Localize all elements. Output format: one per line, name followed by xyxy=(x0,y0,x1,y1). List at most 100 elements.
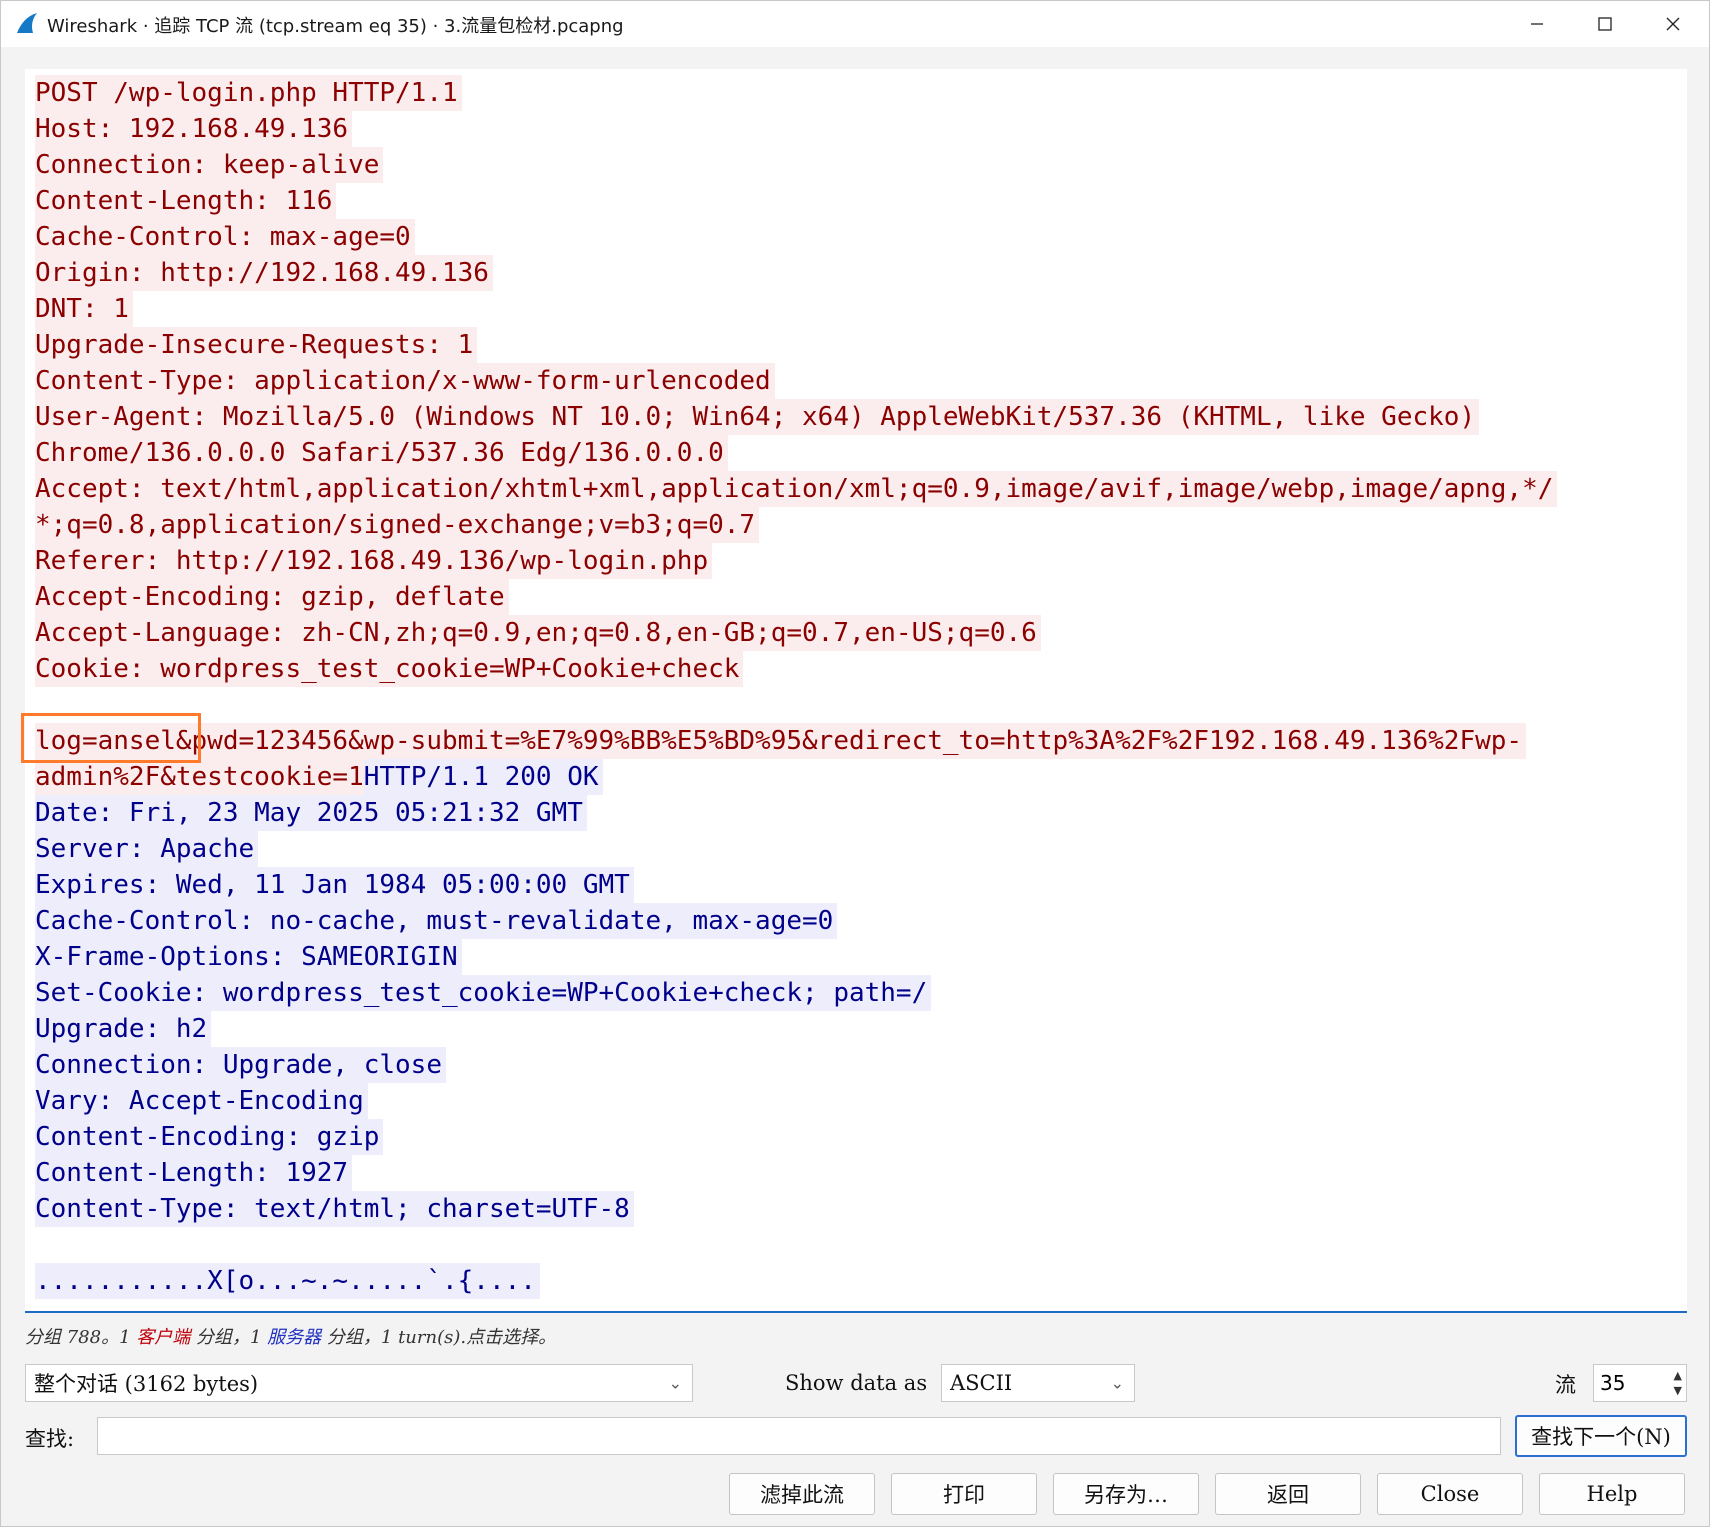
window-title: Wireshark · 追踪 TCP 流 (tcp.stream eq 35) … xyxy=(47,16,624,37)
client-header-line: POST /wp-login.php HTTP/1.1 xyxy=(35,75,462,111)
server-header-line: Server: Apache xyxy=(35,831,259,867)
show-data-as-value: ASCII xyxy=(950,1371,1013,1395)
stream-content-pane[interactable]: POST /wp-login.php HTTP/1.1 Host: 192.168… xyxy=(25,69,1687,1313)
stream-line: Accept: text/html,application/xhtml+xml,… xyxy=(35,471,1675,507)
post-body-line: log=ansel&pwd=123456&wp-submit=%E7%99%BB… xyxy=(35,723,1527,759)
client-header-line: Cache-Control: max-age=0 xyxy=(35,219,415,255)
server-header-line: Connection: Upgrade, close xyxy=(35,1047,446,1083)
post-body-tail: admin%2F&testcookie=1 xyxy=(35,759,364,795)
close-window-button[interactable] xyxy=(1639,1,1707,47)
client-header-line: Connection: keep-alive xyxy=(35,147,384,183)
server-header-line: Cache-Control: no-cache, must-revalidate… xyxy=(35,903,838,939)
print-button[interactable]: 打印 xyxy=(891,1473,1037,1515)
close-button[interactable]: Close xyxy=(1377,1473,1523,1515)
status-prefix: 分组 788。1 xyxy=(25,1327,137,1348)
title-bar: Wireshark · 追踪 TCP 流 (tcp.stream eq 35) … xyxy=(1,1,1709,47)
chevron-down-icon: ⌄ xyxy=(668,1373,682,1393)
stream-line: Content-Type: text/html; charset=UTF-8 xyxy=(35,1191,1675,1227)
client-header-line: Referer: http://192.168.49.136/wp-login.… xyxy=(35,543,713,579)
credential-highlight-box xyxy=(21,713,201,763)
client-header-line: DNT: 1 xyxy=(35,291,133,327)
back-button[interactable]: 返回 xyxy=(1215,1473,1361,1515)
server-header-line: Vary: Accept-Encoding xyxy=(35,1083,368,1119)
client-header-line: Content-Length: 116 xyxy=(35,183,337,219)
client-header-line: User-Agent: Mozilla/5.0 (Windows NT 10.0… xyxy=(35,399,1480,435)
server-header-line: Content-Type: text/html; charset=UTF-8 xyxy=(35,1191,634,1227)
server-header-line: Date: Fri, 23 May 2025 05:21:32 GMT xyxy=(35,795,587,831)
find-label: 查找: xyxy=(25,1427,75,1451)
stream-line: Connection: keep-alive xyxy=(35,147,1675,183)
stream-line: *;q=0.8,application/signed-exchange;v=b3… xyxy=(35,507,1675,543)
show-data-as-label: Show data as xyxy=(785,1371,928,1395)
follow-tcp-stream-window: Wireshark · 追踪 TCP 流 (tcp.stream eq 35) … xyxy=(0,0,1710,1527)
stream-line: Upgrade-Insecure-Requests: 1 xyxy=(35,327,1675,363)
stream-number-value: 35 xyxy=(1600,1371,1626,1395)
server-header-line: X-Frame-Options: SAMEORIGIN xyxy=(35,939,462,975)
conversation-select-value: 整个对话 (3162 bytes) xyxy=(34,1372,259,1396)
stream-line: Content-Encoding: gzip xyxy=(35,1119,1675,1155)
client-header-line: Upgrade-Insecure-Requests: 1 xyxy=(35,327,478,363)
status-text[interactable]: 分组 788。1 客户端 分组，1 服务器 分组，1 turn(s).点击选择。 xyxy=(25,1323,556,1349)
stream-line: log=ansel&pwd=123456&wp-submit=%E7%99%BB… xyxy=(35,723,1675,759)
status-client-word: 客户端 xyxy=(136,1327,191,1348)
stream-line: Accept-Encoding: gzip, deflate xyxy=(35,579,1675,615)
stream-line: admin%2F&testcookie=1HTTP/1.1 200 OK xyxy=(35,759,1675,795)
server-header-line: Content-Encoding: gzip xyxy=(35,1119,384,1155)
conversation-select[interactable]: 整个对话 (3162 bytes) ⌄ xyxy=(25,1364,693,1402)
spin-up-icon[interactable]: ▲ xyxy=(1674,1368,1682,1383)
status-suffix: 分组，1 turn(s).点击选择。 xyxy=(321,1327,557,1348)
client-header-line: *;q=0.8,application/signed-exchange;v=b3… xyxy=(35,507,760,543)
stream-line: Vary: Accept-Encoding xyxy=(35,1083,1675,1119)
wireshark-fin-icon xyxy=(15,11,39,35)
stream-line: Accept-Language: zh-CN,zh;q=0.9,en;q=0.8… xyxy=(35,615,1675,651)
stream-line: Origin: http://192.168.49.136 xyxy=(35,255,1675,291)
stream-line: Expires: Wed, 11 Jan 1984 05:00:00 GMT xyxy=(35,867,1675,903)
stream-line: Cache-Control: max-age=0 xyxy=(35,219,1675,255)
stream-line: Referer: http://192.168.49.136/wp-login.… xyxy=(35,543,1675,579)
client-header-line: Origin: http://192.168.49.136 xyxy=(35,255,493,291)
server-header-line: Content-Length: 1927 xyxy=(35,1155,353,1191)
client-header-line: Accept: text/html,application/xhtml+xml,… xyxy=(35,471,1558,507)
stream-text: POST /wp-login.php HTTP/1.1 Host: 192.168… xyxy=(35,75,1675,1299)
stream-line: Host: 192.168.49.136 xyxy=(35,111,1675,147)
client-header-line: Accept-Language: zh-CN,zh;q=0.9,en;q=0.8… xyxy=(35,615,1041,651)
stream-line: Date: Fri, 23 May 2025 05:21:32 GMT xyxy=(35,795,1675,831)
stream-line: User-Agent: Mozilla/5.0 (Windows NT 10.0… xyxy=(35,399,1675,435)
binary-data-line: ...........X[o...~.~.....`.{.... xyxy=(35,1263,540,1299)
client-header-line: Accept-Encoding: gzip, deflate xyxy=(35,579,509,615)
stream-line: Set-Cookie: wordpress_test_cookie=WP+Coo… xyxy=(35,975,1675,1011)
stream-line: Content-Length: 1927 xyxy=(35,1155,1675,1191)
client-header-line: Host: 192.168.49.136 xyxy=(35,111,353,147)
stream-line: ...........X[o...~.~.....`.{.... xyxy=(35,1263,1675,1299)
find-input[interactable] xyxy=(97,1417,1501,1455)
chevron-down-icon: ⌄ xyxy=(1110,1373,1124,1393)
help-button[interactable]: Help xyxy=(1539,1473,1685,1515)
server-header-line: Expires: Wed, 11 Jan 1984 05:00:00 GMT xyxy=(35,867,634,903)
close-icon xyxy=(1666,17,1680,31)
filter-out-stream-button[interactable]: 滤掉此流 xyxy=(729,1473,875,1515)
spin-down-icon[interactable]: ▼ xyxy=(1674,1383,1682,1398)
status-server-word: 服务器 xyxy=(267,1327,322,1348)
stream-number-label: 流 xyxy=(1555,1373,1576,1397)
response-status-line: HTTP/1.1 200 OK xyxy=(363,759,603,795)
stream-line: Connection: Upgrade, close xyxy=(35,1047,1675,1083)
save-as-button[interactable]: 另存为… xyxy=(1053,1473,1199,1515)
stream-line: POST /wp-login.php HTTP/1.1 xyxy=(35,75,1675,111)
find-next-button[interactable]: 查找下一个(N) xyxy=(1515,1415,1687,1457)
client-header-line: Cookie: wordpress_test_cookie=WP+Cookie+… xyxy=(35,651,744,687)
stream-line: Content-Type: application/x-www-form-url… xyxy=(35,363,1675,399)
stream-line: Content-Length: 116 xyxy=(35,183,1675,219)
maximize-button[interactable] xyxy=(1571,1,1639,47)
client-header-line: Content-Type: application/x-www-form-url… xyxy=(35,363,775,399)
show-data-as-select[interactable]: ASCII ⌄ xyxy=(941,1364,1135,1402)
maximize-icon xyxy=(1598,17,1612,31)
stream-line: Cache-Control: no-cache, must-revalidate… xyxy=(35,903,1675,939)
minimize-icon xyxy=(1531,23,1543,25)
stream-number-spinbox[interactable]: 35 ▲ ▼ xyxy=(1593,1364,1687,1402)
minimize-button[interactable] xyxy=(1503,1,1571,47)
status-mid: 分组，1 xyxy=(190,1327,268,1348)
server-header-line: Upgrade: h2 xyxy=(35,1011,212,1047)
server-header-line: Set-Cookie: wordpress_test_cookie=WP+Coo… xyxy=(35,975,932,1011)
client-header-line: Chrome/136.0.0.0 Safari/537.36 Edg/136.0… xyxy=(35,435,728,471)
stream-line: Upgrade: h2 xyxy=(35,1011,1675,1047)
